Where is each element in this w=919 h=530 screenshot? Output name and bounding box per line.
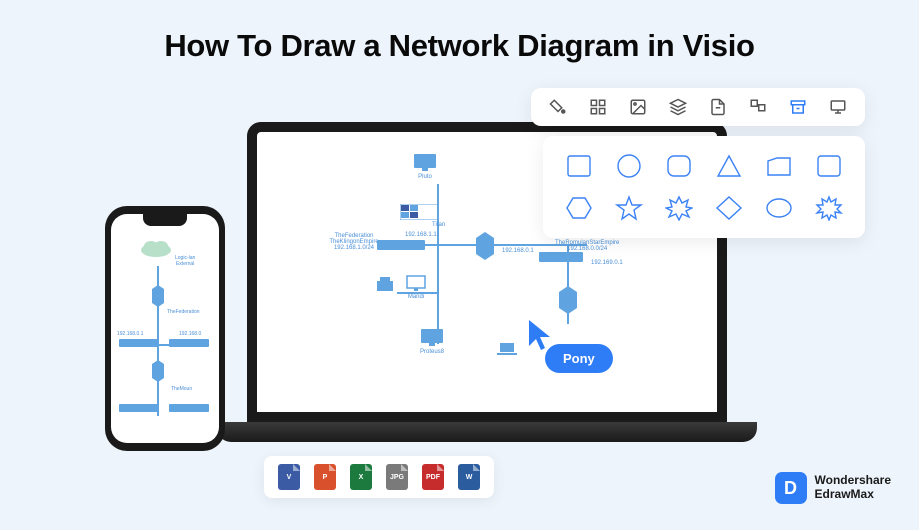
shape-rect[interactable]: [811, 150, 847, 182]
file-xls[interactable]: X: [350, 464, 372, 490]
file-format-bar: V P X JPG PDF W: [264, 456, 494, 498]
p-sw4[interactable]: [169, 404, 209, 414]
p-ip2: 192.168.0: [179, 331, 201, 337]
p-ip1: 192.168.0.1: [117, 331, 143, 337]
router-1[interactable]: [472, 230, 498, 262]
switch-2[interactable]: [539, 252, 583, 264]
p-sw1[interactable]: [119, 339, 159, 349]
node-pluto[interactable]: Pluto: [412, 152, 438, 180]
node-proteus[interactable]: Proteus8: [419, 327, 445, 355]
laptop-small[interactable]: [497, 342, 517, 358]
layers-icon[interactable]: [669, 98, 687, 116]
shape-gear[interactable]: [811, 192, 847, 224]
shape-circle[interactable]: [611, 150, 647, 182]
logo-mark-icon: D: [775, 472, 807, 504]
file-jpg[interactable]: JPG: [386, 464, 408, 490]
node-mandi[interactable]: Mandi: [405, 274, 427, 300]
p-srv1[interactable]: [149, 284, 167, 310]
brand-logo: D Wondershare EdrawMax: [775, 472, 891, 504]
p-cloud[interactable]: [139, 238, 173, 260]
printer[interactable]: [375, 277, 395, 295]
p-sw2[interactable]: [169, 339, 209, 349]
phone-screen: Logic-lan External TheFederation 192.168…: [111, 214, 219, 443]
image-icon[interactable]: [629, 98, 647, 116]
p-ext: Logic-lan External: [175, 249, 195, 267]
toolbar: [531, 88, 865, 126]
shape-rounded[interactable]: [661, 150, 697, 182]
present-icon[interactable]: [829, 98, 847, 116]
p-fed: TheFederation: [167, 309, 200, 315]
grid-icon[interactable]: [589, 98, 607, 116]
shape-star[interactable]: [611, 192, 647, 224]
switch-1[interactable]: [377, 240, 425, 252]
shape-folder[interactable]: [761, 150, 797, 182]
shape-hexagon[interactable]: [561, 192, 597, 224]
brand-line1: Wondershare: [815, 474, 891, 488]
shapes-panel: [543, 136, 865, 238]
shape-diamond[interactable]: [711, 192, 747, 224]
file-pdf[interactable]: PDF: [422, 464, 444, 490]
ip-1: 192.168.1.1: [405, 232, 437, 238]
p-moun: TheMoun: [171, 386, 192, 392]
cursor-badge: Pony: [545, 344, 613, 373]
file-visio[interactable]: V: [278, 464, 300, 490]
shape-burst[interactable]: [661, 192, 697, 224]
shape-square[interactable]: [561, 150, 597, 182]
ip-2: 192.168.0.1: [502, 248, 534, 254]
brand-line2: EdrawMax: [815, 488, 891, 502]
router-2[interactable]: [555, 284, 581, 316]
phone-mockup: Logic-lan External TheFederation 192.168…: [105, 206, 225, 451]
node-titan[interactable]: Titan: [392, 204, 445, 228]
fill-icon[interactable]: [549, 98, 567, 116]
shape-triangle[interactable]: [711, 150, 747, 182]
p-sw3[interactable]: [119, 404, 159, 414]
page-icon[interactable]: [709, 98, 727, 116]
ip-3: 192.169.0.1: [591, 260, 623, 266]
archive-icon[interactable]: [789, 98, 807, 116]
align-icon[interactable]: [749, 98, 767, 116]
file-ppt[interactable]: P: [314, 464, 336, 490]
page-title: How To Draw a Network Diagram in Visio: [0, 0, 919, 64]
file-word[interactable]: W: [458, 464, 480, 490]
p-srv2[interactable]: [149, 359, 167, 385]
shape-ellipse[interactable]: [761, 192, 797, 224]
